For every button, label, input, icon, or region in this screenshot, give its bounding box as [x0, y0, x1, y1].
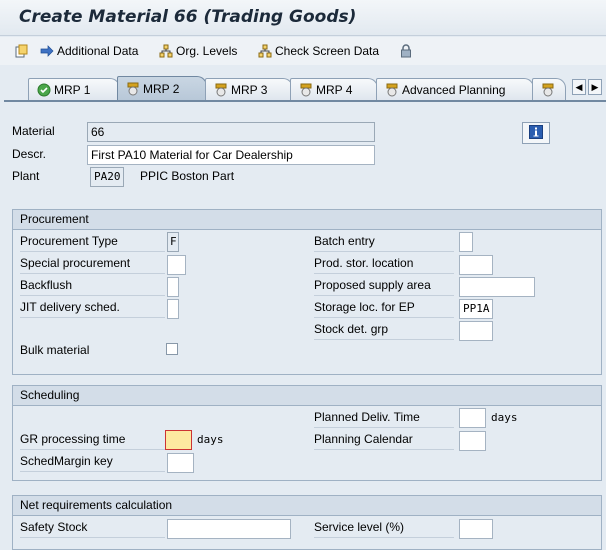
stock-det-grp-label: Stock det. grp — [314, 320, 454, 340]
plant-name: PPIC Boston Part — [140, 169, 235, 183]
safety-stock-label: Safety Stock — [20, 518, 165, 538]
schedmargin-key-label: SchedMargin key — [20, 452, 165, 472]
batch-entry-label: Batch entry — [314, 232, 454, 252]
backflush-label: Backflush — [20, 276, 165, 296]
tab-advanced-planning-label: Advanced Planning — [402, 82, 506, 97]
window-title: Create Material 66 (Trading Goods) — [19, 7, 357, 27]
plant-label: Plant — [12, 169, 40, 183]
tab-scroll-right-icon[interactable]: ▶ — [588, 79, 602, 95]
schedmargin-key-field[interactable] — [167, 453, 194, 473]
tab-scroll-left-icon[interactable]: ◀ — [572, 79, 586, 95]
tab-mrp-1-label: MRP 1 — [54, 82, 91, 97]
additional-data-label: Additional Data — [57, 44, 139, 58]
service-level-field[interactable] — [459, 519, 493, 539]
safety-stock-field[interactable] — [167, 519, 291, 539]
scheduling-group: Scheduling Planned Deliv. Time days GR p… — [12, 385, 602, 481]
backflush-field[interactable] — [167, 277, 179, 297]
org-levels-button[interactable]: Org. Levels — [158, 42, 237, 60]
tab-advanced-planning[interactable]: Advanced Planning — [376, 78, 534, 100]
tab-next-partial[interactable] — [532, 78, 566, 100]
bulk-material-label: Bulk material — [20, 343, 90, 357]
prod-stor-location-label: Prod. stor. location — [314, 254, 454, 274]
storage-loc-ep-field[interactable]: PP1A — [459, 299, 493, 319]
tab-panel-mrp-2: Material 66 Descr. First PA10 Material f… — [4, 100, 606, 550]
planned-deliv-time-label: Planned Deliv. Time — [314, 408, 454, 428]
tab-mrp-4[interactable]: MRP 4 — [290, 78, 378, 100]
application-toolbar: Additional Data Org. Levels Check Screen… — [0, 37, 606, 65]
descr-label: Descr. — [12, 147, 47, 161]
planning-calendar-field[interactable] — [459, 431, 486, 451]
net-requirements-group-title: Net requirements calculation — [13, 496, 601, 516]
procurement-group-title: Procurement — [13, 210, 601, 230]
proposed-supply-area-label: Proposed supply area — [314, 276, 454, 296]
check-hierarchy-icon — [257, 43, 273, 59]
material-label: Material — [12, 124, 55, 138]
scheduling-group-title: Scheduling — [13, 386, 601, 406]
view-status-icon — [385, 83, 399, 97]
net-requirements-group: Net requirements calculation Safety Stoc… — [12, 495, 602, 550]
view-status-icon — [299, 83, 313, 97]
special-procurement-label: Special procurement — [20, 254, 165, 274]
jit-delivery-label: JIT delivery sched. — [20, 298, 165, 318]
tab-mrp-1[interactable]: MRP 1 — [28, 78, 120, 100]
other-data-button[interactable] — [14, 42, 32, 60]
tab-strip: MRP 1 MRP 2 MRP 3 MRP 4 Advanced Plannin… — [0, 74, 606, 100]
procurement-type-field: F — [167, 232, 179, 252]
planned-deliv-days-unit: days — [491, 411, 518, 424]
title-bar: Create Material 66 (Trading Goods) — [0, 0, 606, 36]
view-status-icon — [126, 82, 140, 96]
info-icon — [529, 124, 543, 142]
check-screen-data-button[interactable]: Check Screen Data — [257, 42, 379, 60]
description-field[interactable]: First PA10 Material for Car Dealership — [87, 145, 375, 165]
view-status-icon — [541, 83, 555, 97]
storage-loc-ep-label: Storage loc. for EP — [314, 298, 454, 318]
org-hierarchy-icon — [158, 43, 174, 59]
gr-processing-time-field[interactable] — [165, 430, 192, 450]
planning-calendar-label: Planning Calendar — [314, 430, 454, 450]
check-ok-icon — [37, 83, 51, 97]
lock-button[interactable] — [398, 42, 416, 60]
lock-icon — [398, 43, 414, 59]
tab-mrp-4-label: MRP 4 — [316, 82, 353, 97]
org-levels-label: Org. Levels — [176, 44, 238, 58]
jit-delivery-field[interactable] — [167, 299, 179, 319]
plant-field: PA20 — [90, 167, 124, 187]
special-procurement-field[interactable] — [167, 255, 186, 275]
tab-mrp-2[interactable]: MRP 2 — [117, 76, 207, 100]
procurement-group: Procurement Procurement Type F Special p… — [12, 209, 602, 375]
prod-stor-location-field[interactable] — [459, 255, 493, 275]
stock-det-grp-field[interactable] — [459, 321, 493, 341]
document-copy-icon — [14, 43, 30, 59]
info-button[interactable] — [522, 122, 550, 144]
view-status-icon — [214, 83, 228, 97]
tab-mrp-3[interactable]: MRP 3 — [205, 78, 293, 100]
service-level-label: Service level (%) — [314, 518, 454, 538]
gr-processing-time-label: GR processing time — [20, 430, 165, 450]
additional-data-button[interactable]: Additional Data — [39, 42, 138, 60]
tab-mrp-3-label: MRP 3 — [231, 82, 268, 97]
bulk-material-checkbox[interactable] — [166, 343, 178, 355]
gr-processing-days-unit: days — [197, 433, 224, 446]
arrow-right-icon — [39, 43, 55, 59]
proposed-supply-area-field[interactable] — [459, 277, 535, 297]
batch-entry-field[interactable] — [459, 232, 473, 252]
planned-deliv-time-field[interactable] — [459, 408, 486, 428]
tab-mrp-2-label: MRP 2 — [143, 81, 180, 96]
procurement-type-label: Procurement Type — [20, 232, 165, 252]
check-screen-data-label: Check Screen Data — [275, 44, 380, 58]
material-field: 66 — [87, 122, 375, 142]
